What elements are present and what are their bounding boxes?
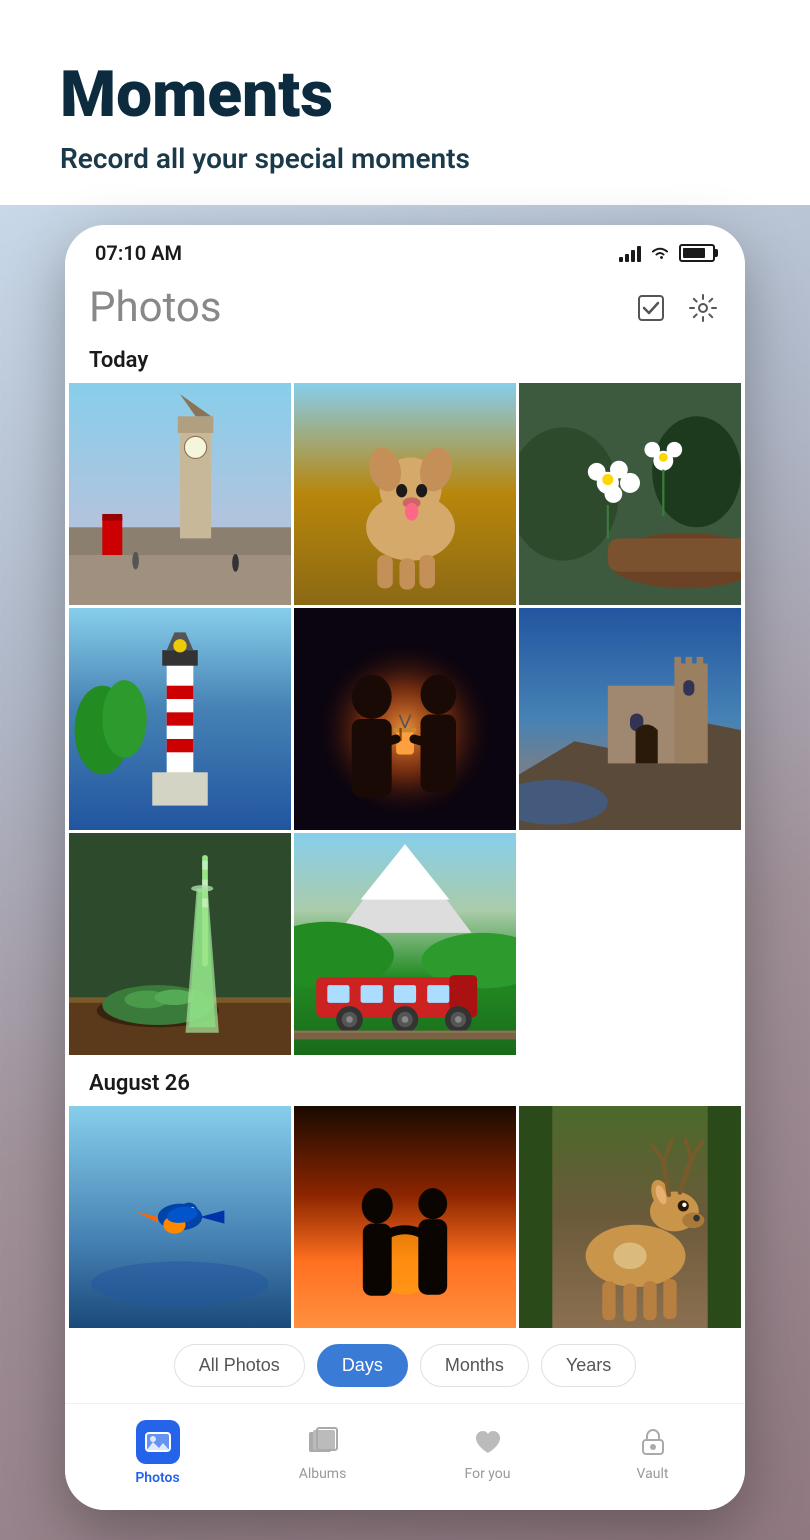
photo-dog[interactable] [294, 383, 516, 605]
status-bar: 07:10 AM [65, 225, 745, 273]
august26-section: August 26 [65, 1055, 745, 1328]
photo-flowers[interactable] [519, 383, 741, 605]
today-photo-grid [65, 383, 745, 1055]
nav-vault[interactable]: Vault [613, 1424, 693, 1482]
albums-nav-icon [305, 1424, 341, 1460]
photos-header: Photos [65, 273, 745, 340]
nav-foryou-label: For you [464, 1466, 510, 1482]
filter-days[interactable]: Days [317, 1344, 408, 1387]
nav-vault-label: Vault [637, 1466, 669, 1482]
nav-albums[interactable]: Albums [283, 1424, 363, 1482]
signal-icon [619, 244, 641, 262]
wifi-icon [649, 245, 671, 261]
photos-screen-title: Photos [89, 283, 222, 332]
status-time: 07:10 AM [95, 241, 182, 265]
photo-bird[interactable] [69, 1106, 291, 1328]
filter-tabs: All Photos Days Months Years [65, 1328, 745, 1403]
nav-photos-label: Photos [135, 1470, 179, 1486]
today-section-label: Today [65, 340, 745, 383]
photo-london[interactable] [69, 383, 291, 605]
filter-years[interactable]: Years [541, 1344, 636, 1387]
aug26-photo-grid [65, 1106, 745, 1328]
photo-deer[interactable] [519, 1106, 741, 1328]
photo-smoothie[interactable] [69, 833, 291, 1055]
status-icons [619, 244, 715, 262]
select-button[interactable] [633, 290, 669, 326]
settings-button[interactable] [685, 290, 721, 326]
photo-couple[interactable] [294, 608, 516, 830]
nav-foryou[interactable]: For you [448, 1424, 528, 1482]
photo-lighthouse[interactable] [69, 608, 291, 830]
august26-label: August 26 [65, 1063, 745, 1106]
photo-couple2[interactable] [294, 1106, 516, 1328]
photo-castle[interactable] [519, 608, 741, 830]
app-subtitle: Record all your special moments [60, 142, 750, 175]
nav-albums-label: Albums [299, 1466, 347, 1482]
photos-nav-icon [136, 1420, 180, 1464]
filter-months[interactable]: Months [420, 1344, 529, 1387]
vault-nav-icon [635, 1424, 671, 1460]
bottom-nav: Photos Albums [65, 1403, 745, 1510]
nav-photos[interactable]: Photos [118, 1420, 198, 1486]
battery-icon [679, 244, 715, 262]
phone-mockup: 07:10 AM Photos [65, 225, 745, 1510]
app-title: Moments [60, 60, 750, 130]
photo-train[interactable] [294, 833, 516, 1055]
filter-all-photos[interactable]: All Photos [174, 1344, 305, 1387]
foryou-nav-icon [470, 1424, 506, 1460]
